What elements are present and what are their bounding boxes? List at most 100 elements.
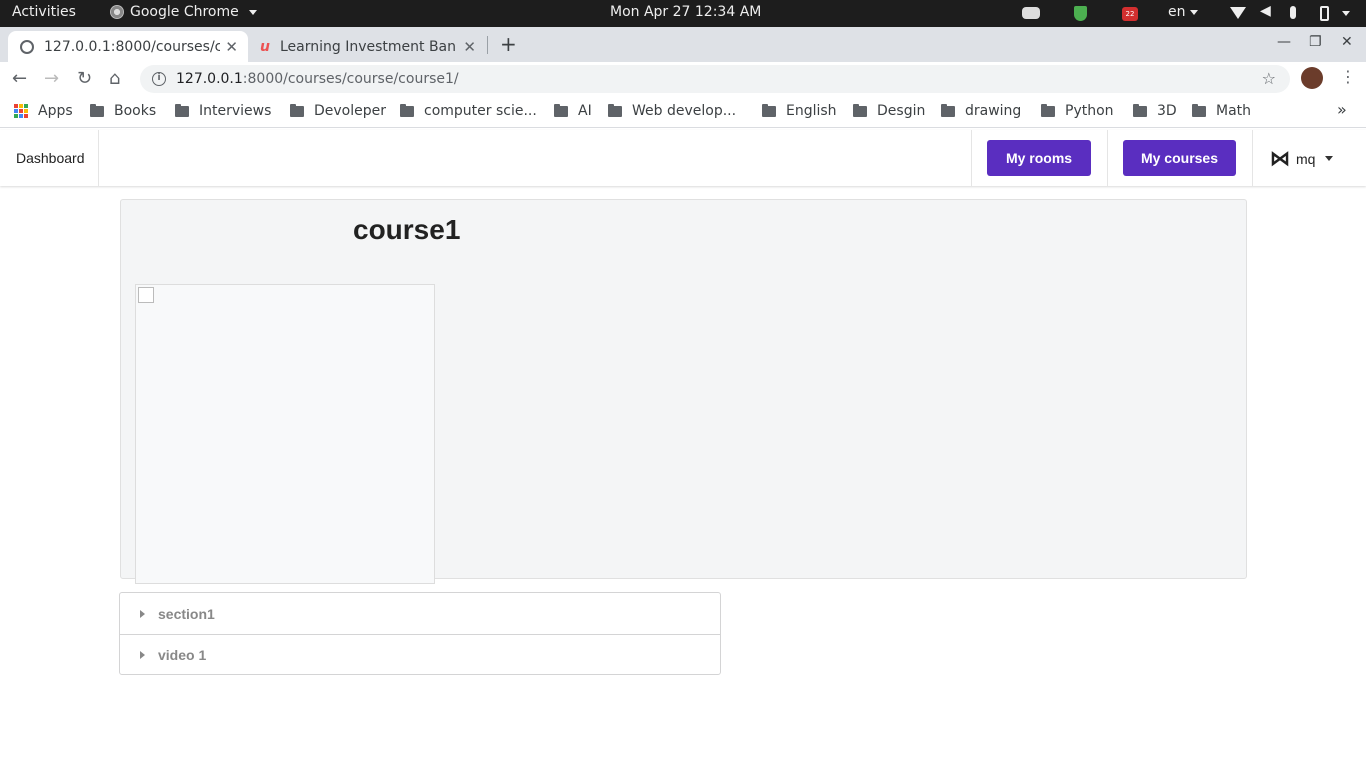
close-window-button[interactable]: ✕ [1341, 34, 1353, 50]
tab-course1[interactable]: 127.0.0.1:8000/courses/co ✕ [8, 31, 248, 62]
wifi-icon[interactable] [1230, 7, 1246, 19]
calendar-badge-icon[interactable]: 22 [1122, 7, 1138, 21]
clock[interactable]: Mon Apr 27 12:34 AM [610, 4, 761, 20]
battery-icon[interactable] [1320, 6, 1329, 21]
bookmark-label: Desgin [877, 103, 926, 119]
home-icon[interactable]: ⌂ [109, 68, 120, 89]
profile-avatar[interactable] [1301, 67, 1323, 89]
bookmark-label: English [786, 103, 837, 119]
bookmark-folder[interactable]: Python [1041, 103, 1114, 119]
url-host: 127.0.0.1 [176, 71, 243, 87]
new-tab-button[interactable]: + [500, 32, 517, 56]
app-menu-label: Google Chrome [130, 4, 239, 20]
globe-icon [20, 39, 34, 54]
my-rooms-button[interactable]: My rooms [987, 140, 1091, 176]
chrome-icon [110, 5, 124, 19]
bookmark-folder[interactable]: Web develop... [608, 103, 736, 119]
language-caret-icon [1189, 9, 1198, 15]
bookmark-label: 3D [1157, 103, 1177, 119]
bookmarks-bar: Apps Books Interviews Devoleper computer… [0, 96, 1366, 128]
course-content-accordion: section1 video 1 [119, 592, 721, 675]
folder-icon [90, 103, 104, 117]
app-menu-caret-icon [248, 9, 257, 15]
accordion-label: video 1 [158, 647, 207, 663]
bookmark-folder[interactable]: Interviews [175, 103, 271, 119]
nav-divider [1252, 130, 1253, 186]
folder-icon [608, 103, 622, 117]
close-tab-icon[interactable]: ✕ [225, 38, 238, 56]
address-bar[interactable]: i 127.0.0.1:8000/courses/course/course1/… [140, 65, 1290, 93]
folder-icon [941, 103, 955, 117]
site-navbar: Dashboard My rooms My courses ⋈ mq [0, 130, 1366, 186]
folder-icon [554, 103, 568, 117]
bookmarks-overflow-button[interactable]: » [1337, 100, 1347, 119]
dashboard-link[interactable]: Dashboard [0, 130, 99, 186]
accordion-item-section1[interactable]: section1 [120, 593, 720, 634]
browser-toolbar: ← → ↻ ⌂ i 127.0.0.1:8000/courses/course/… [0, 62, 1366, 96]
bookmark-folder[interactable]: AI [554, 103, 592, 119]
user-menu[interactable]: ⋈ mq [1270, 146, 1334, 171]
folder-icon [400, 103, 414, 117]
accordion-label: section1 [158, 605, 215, 622]
activities-button[interactable]: Activities [12, 4, 76, 20]
bookmark-apps[interactable]: Apps [14, 103, 73, 119]
course-header: course1 [120, 199, 1247, 584]
minimize-button[interactable]: — [1277, 34, 1291, 50]
folder-icon [1133, 103, 1147, 117]
caret-right-icon [140, 651, 145, 659]
bookmark-label: Web develop... [632, 103, 737, 119]
forward-icon[interactable]: → [44, 68, 59, 89]
bookmark-folder[interactable]: drawing [941, 103, 1021, 119]
bookmark-star-icon[interactable]: ☆ [1262, 69, 1276, 88]
shield-icon[interactable] [1074, 6, 1087, 21]
tab-separator [487, 36, 488, 54]
folder-icon [762, 103, 776, 117]
language-label: en [1168, 4, 1186, 20]
microphone-icon[interactable] [1290, 6, 1296, 19]
bookmark-label: Apps [38, 103, 73, 119]
volume-icon[interactable]: ◀ [1260, 3, 1271, 19]
apps-grid-icon [14, 104, 28, 118]
user-logo-icon: ⋈ [1270, 148, 1290, 170]
system-menu-caret-icon[interactable] [1342, 11, 1350, 16]
restore-button[interactable]: ❐ [1309, 34, 1322, 50]
language-indicator[interactable]: en [1168, 4, 1198, 20]
course-image [135, 284, 435, 584]
nav-divider [1107, 130, 1108, 186]
app-menu[interactable]: Google Chrome [110, 4, 257, 20]
back-icon[interactable]: ← [12, 68, 27, 89]
bookmark-label: Python [1065, 103, 1114, 119]
bookmark-label: computer scie... [424, 103, 537, 119]
url-text: 127.0.0.1:8000/courses/course/course1/ [176, 71, 459, 87]
folder-icon [1192, 103, 1206, 117]
dropdown-caret-icon [1325, 156, 1334, 161]
accordion-item-video-1[interactable]: video 1 [120, 634, 720, 675]
tab-udemy[interactable]: u Learning Investment Bank ✕ [252, 31, 486, 62]
tab-strip: 127.0.0.1:8000/courses/co ✕ u Learning I… [0, 27, 1366, 62]
folder-icon [175, 103, 189, 117]
close-tab-icon[interactable]: ✕ [463, 38, 476, 56]
nav-divider [971, 130, 972, 186]
discord-icon[interactable] [1022, 7, 1040, 19]
bookmark-label: Interviews [199, 103, 272, 119]
bookmark-label: Books [114, 103, 157, 119]
menu-kebab-icon[interactable]: ⋮ [1340, 67, 1356, 86]
course-title: course1 [353, 214, 461, 245]
system-top-bar: Activities Google Chrome Mon Apr 27 12:3… [0, 0, 1366, 27]
info-icon[interactable]: i [152, 72, 166, 86]
bookmark-folder[interactable]: computer scie... [400, 103, 537, 119]
bookmark-folder[interactable]: 3D [1133, 103, 1177, 119]
username: mq [1296, 150, 1316, 167]
bookmark-folder[interactable]: Math [1192, 103, 1251, 119]
folder-icon [1041, 103, 1055, 117]
bookmark-folder[interactable]: English [762, 103, 837, 119]
bookmark-folder[interactable]: Books [90, 103, 156, 119]
reload-icon[interactable]: ↻ [77, 68, 92, 89]
bookmark-label: drawing [965, 103, 1022, 119]
broken-image-icon [138, 287, 154, 303]
tab-title: 127.0.0.1:8000/courses/co [44, 38, 220, 55]
bookmark-folder[interactable]: Desgin [853, 103, 925, 119]
bookmark-label: Math [1216, 103, 1252, 119]
my-courses-button[interactable]: My courses [1123, 140, 1236, 176]
bookmark-folder[interactable]: Devoleper [290, 103, 386, 119]
